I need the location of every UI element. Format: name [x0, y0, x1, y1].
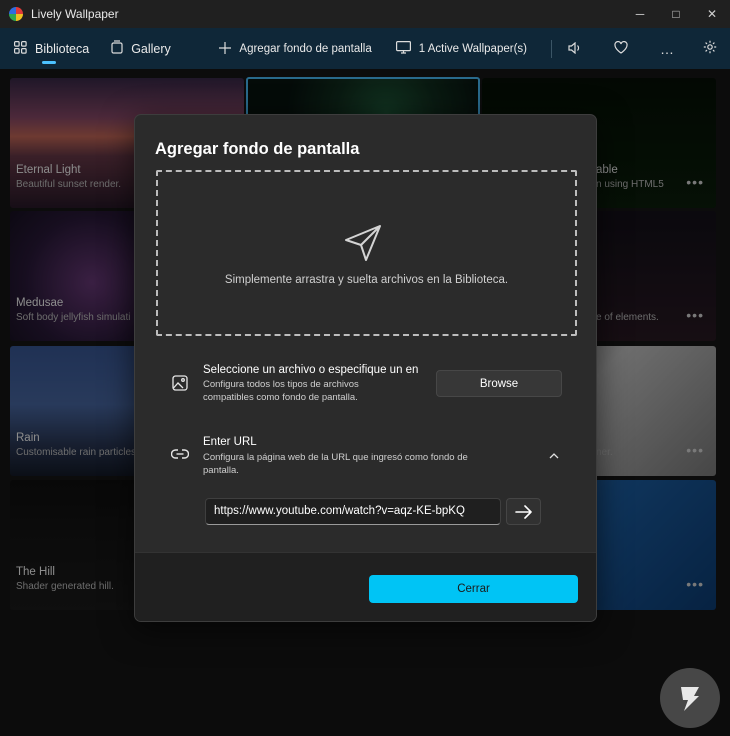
active-wallpapers-button[interactable]: 1 Active Wallpaper(s)	[395, 28, 527, 69]
plus-icon	[219, 41, 232, 57]
link-icon	[171, 449, 189, 459]
active-wallpapers-label: 1 Active Wallpaper(s)	[418, 42, 527, 55]
close-window-icon[interactable]: ✕	[694, 0, 730, 28]
tab-gallery[interactable]: Gallery	[111, 28, 171, 69]
url-input[interactable]: https://www.youtube.com/watch?v=aqz-KE-b…	[205, 498, 501, 525]
more-icon: …	[660, 40, 674, 57]
tab-library-label: Biblioteca	[35, 41, 90, 56]
nav-bar: Biblioteca Gallery Agregar fondo de pant…	[0, 28, 730, 69]
app-logo-icon	[9, 7, 23, 21]
settings-button[interactable]	[690, 28, 730, 69]
title-bar: Lively Wallpaper ─ □ ✕	[0, 0, 730, 28]
dialog-footer: Cerrar	[135, 552, 596, 621]
heart-icon	[614, 40, 628, 57]
file-section-desc-2: compatibles como fondo de pantalla.	[203, 392, 358, 403]
add-wallpaper-label: Agregar fondo de pantalla	[239, 42, 372, 55]
send-icon	[345, 225, 381, 261]
nav-actions: Agregar fondo de pantalla 1 Active Wallp…	[219, 28, 730, 69]
url-section-desc-1: Configura la página web de la URL que in…	[203, 452, 468, 463]
monitor-icon	[395, 40, 411, 57]
arrow-right-icon	[514, 504, 532, 519]
gallery-icon	[111, 40, 123, 57]
chevron-up-icon[interactable]	[549, 450, 559, 462]
url-section-desc-2: pantalla.	[203, 465, 239, 476]
tab-gallery-label: Gallery	[131, 41, 171, 56]
close-button[interactable]: Cerrar	[369, 575, 578, 603]
minimize-icon[interactable]: ─	[622, 0, 658, 28]
more-button[interactable]: …	[644, 28, 690, 69]
url-section-title: Enter URL	[203, 436, 257, 448]
gear-icon	[703, 40, 717, 57]
watermark-logo	[660, 668, 720, 728]
drop-zone[interactable]: Simplemente arrastra y suelta archivos e…	[156, 170, 577, 336]
file-section-title: Seleccione un archivo o especifique un e…	[203, 364, 419, 376]
browse-button[interactable]: Browse	[436, 370, 562, 397]
window-title: Lively Wallpaper	[31, 7, 119, 21]
submit-url-button[interactable]	[506, 498, 541, 525]
grid-icon	[14, 40, 27, 57]
add-wallpaper-button[interactable]: Agregar fondo de pantalla	[219, 28, 372, 69]
dialog-title: Agregar fondo de pantalla	[155, 140, 360, 158]
favorites-button[interactable]	[598, 28, 644, 69]
window-controls: ─ □ ✕	[622, 0, 730, 28]
tab-library[interactable]: Biblioteca	[14, 28, 89, 69]
drop-zone-text: Simplemente arrastra y suelta archivos e…	[224, 274, 509, 286]
maximize-icon[interactable]: □	[658, 0, 694, 28]
volume-button[interactable]	[552, 28, 598, 69]
image-icon	[172, 375, 188, 391]
volume-icon	[568, 41, 582, 57]
add-wallpaper-dialog: Agregar fondo de pantalla Simplemente ar…	[134, 114, 597, 622]
file-section-desc-1: Configura todos los tipos de archivos	[203, 379, 359, 390]
